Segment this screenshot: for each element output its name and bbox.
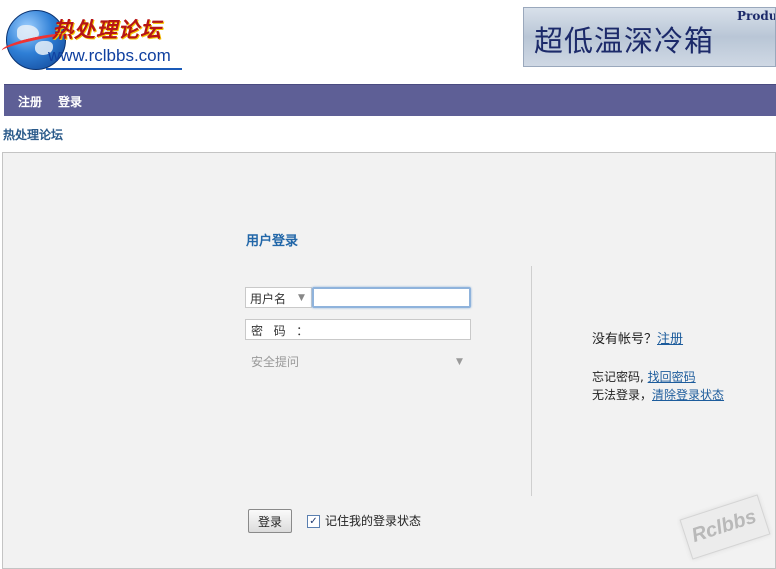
breadcrumb[interactable]: 热处理论坛 <box>3 126 63 143</box>
check-icon: ✓ <box>309 516 318 527</box>
password-input[interactable] <box>324 321 464 337</box>
nav-login-link[interactable]: 登录 <box>58 93 82 110</box>
caret-down-icon: ▼ <box>298 293 305 303</box>
nav-register-link[interactable]: 注册 <box>18 93 42 110</box>
vertical-divider <box>531 266 532 496</box>
login-title: 用户登录 <box>246 234 299 249</box>
logo-title: 热处理论坛 <box>52 17 162 42</box>
side-register-link[interactable]: 注册 <box>657 332 683 347</box>
password-label: 密 码 ： <box>251 324 310 338</box>
no-account-label: 没有帐号？ <box>592 332 658 347</box>
remember-label: 记住我的登录状态 <box>325 514 422 528</box>
recover-password-link[interactable]: 找回密码 <box>648 370 696 384</box>
username-type-select[interactable]: 用户名 ▼ <box>245 287 312 308</box>
password-field[interactable]: 密 码 ： <box>245 319 471 340</box>
banner-text: 超低温深冷箱 <box>534 24 715 58</box>
logo-underline <box>46 68 182 70</box>
logo-url: www.rclbbs.com <box>48 46 171 65</box>
no-account-text: 没有帐号？注册 <box>592 328 683 347</box>
banner-corner-text: Produ <box>737 9 776 23</box>
top-nav-bar: 注册 登录 <box>4 84 776 116</box>
site-logo[interactable]: 热处理论坛 www.rclbbs.com <box>0 6 182 72</box>
cant-login-prefix: 无法登录， <box>592 388 653 402</box>
ad-banner[interactable]: 超低温深冷箱 Produ <box>523 7 776 67</box>
username-input[interactable] <box>312 287 471 308</box>
remember-checkbox[interactable]: ✓ <box>307 515 320 528</box>
cant-login-text: 无法登录，清除登录状态 <box>592 386 724 403</box>
login-button[interactable]: 登录 <box>248 509 292 533</box>
caret-down-icon: ▼ <box>456 357 463 367</box>
clear-login-state-link[interactable]: 清除登录状态 <box>652 388 724 402</box>
security-question-select[interactable]: 安全提问 <box>251 353 299 370</box>
username-type-label: 用户名 <box>250 292 287 306</box>
login-panel <box>2 152 776 569</box>
forgot-prefix: 忘记密码, <box>592 370 648 384</box>
forgot-password-text: 忘记密码, 找回密码 <box>592 368 696 385</box>
